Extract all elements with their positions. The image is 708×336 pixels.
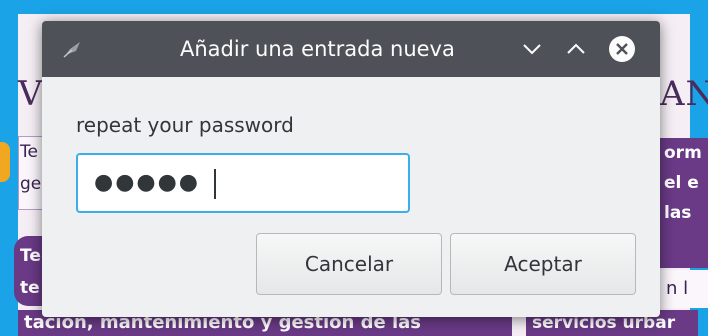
chevron-down-icon[interactable] xyxy=(518,35,546,63)
quill-icon xyxy=(63,42,80,58)
background-text: el e xyxy=(664,173,699,193)
password-field[interactable]: ●●●●● xyxy=(76,153,410,213)
background-text: las xyxy=(664,203,692,223)
password-prompt-label: repeat your password xyxy=(76,113,294,137)
chevron-up-icon[interactable] xyxy=(562,35,590,63)
background-text: ge xyxy=(20,174,42,194)
background-text: n l xyxy=(660,270,708,308)
text-caret xyxy=(214,169,216,199)
background-text: te xyxy=(20,278,40,298)
close-icon[interactable] xyxy=(608,35,636,63)
password-value: ●●●●● xyxy=(94,170,200,195)
background-text: Te xyxy=(20,246,41,266)
new-entry-dialog: Añadir una entrada nueva repeat your pas… xyxy=(42,21,660,317)
cancel-button[interactable]: Cancelar xyxy=(256,233,442,295)
background-title-right: AN xyxy=(660,74,708,114)
background-decoration xyxy=(0,142,10,182)
background-ribbon-right: orm el e las xyxy=(660,138,708,268)
ok-button[interactable]: Aceptar xyxy=(450,233,636,295)
background-text: Te xyxy=(20,142,38,162)
dialog-titlebar[interactable]: Añadir una entrada nueva xyxy=(42,21,660,77)
dialog-title: Añadir una entrada nueva xyxy=(180,37,455,61)
background-text: orm xyxy=(664,143,702,163)
